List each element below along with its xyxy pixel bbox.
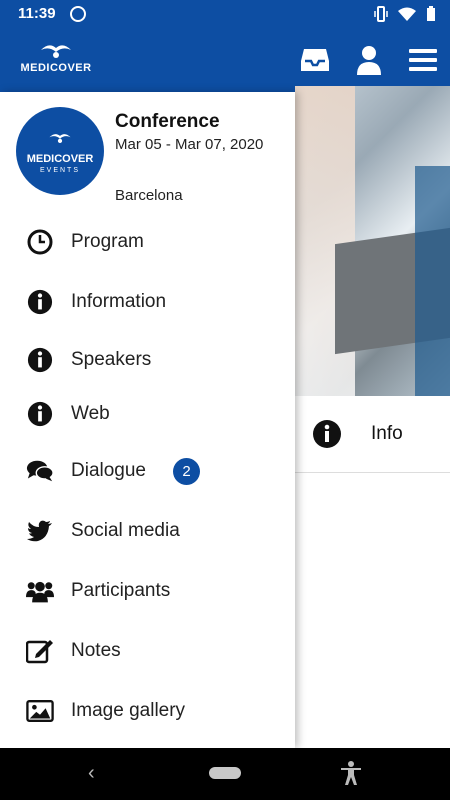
status-bar: 11:39 <box>0 0 450 28</box>
system-navigation-bar: ‹ <box>0 748 450 800</box>
menu-item-label: Dialogue <box>71 460 146 481</box>
info-tile[interactable]: Info <box>295 396 450 473</box>
info-icon <box>313 420 341 448</box>
logo-text: MEDICOVER <box>20 62 92 74</box>
twitter-icon <box>26 517 54 545</box>
users-icon <box>26 577 54 605</box>
menu-item-label: Participants <box>71 580 171 601</box>
back-icon[interactable]: ‹ <box>88 762 95 785</box>
info-icon <box>26 346 54 374</box>
logo-wing-icon <box>41 45 71 58</box>
menu-item-participants[interactable]: Participants <box>0 563 295 619</box>
conference-title: Conference <box>115 111 220 132</box>
menu-item-label: Speakers <box>71 349 152 370</box>
conference-logo: MEDICOVER EVENTS <box>16 107 104 195</box>
menu-item-label: Social media <box>71 520 180 541</box>
menu-item-label: Web <box>71 403 110 424</box>
accessibility-icon[interactable] <box>340 760 362 786</box>
menu-item-web[interactable]: Web <box>0 386 295 442</box>
app-logo: MEDICOVER <box>18 40 94 80</box>
inbox-icon <box>301 49 329 71</box>
conference-header: MEDICOVER EVENTS Conference Mar 05 - Mar… <box>16 107 286 204</box>
menu-item-notes[interactable]: Notes <box>0 623 295 679</box>
menu-item-speakers[interactable]: Speakers <box>0 332 295 388</box>
menu-item-program[interactable]: Program <box>0 214 295 270</box>
menu-item-label: Notes <box>71 640 121 661</box>
menu-item-social-media[interactable]: Social media <box>0 503 295 559</box>
info-icon <box>26 400 54 428</box>
navigation-drawer: MEDICOVER EVENTS Conference Mar 05 - Mar… <box>0 92 295 748</box>
system-icons <box>374 6 436 22</box>
image-icon <box>26 697 54 725</box>
inbox-button[interactable] <box>288 28 342 92</box>
app-bar: MEDICOVER <box>0 28 450 92</box>
menu-icon <box>409 49 437 71</box>
conference-logo-subtext: EVENTS <box>39 167 80 174</box>
menu-item-label: Image gallery <box>71 700 186 721</box>
menu-item-image-gallery[interactable]: Image gallery <box>0 683 295 739</box>
status-time: 11:39 <box>18 5 56 22</box>
dialogue-count-badge: 2 <box>173 457 200 485</box>
info-icon <box>26 288 54 316</box>
vibrate-icon <box>374 6 388 22</box>
user-icon <box>357 46 381 75</box>
conference-dates: Mar 05 - Mar 07, 2020 <box>115 136 264 153</box>
menu-item-information[interactable]: Information <box>0 274 295 330</box>
profile-button[interactable] <box>342 28 396 92</box>
menu-item-label: Information <box>71 291 167 312</box>
menu-item-label: Program <box>71 231 144 252</box>
info-label: Info <box>371 423 403 444</box>
chat-icon <box>26 457 54 485</box>
home-button[interactable] <box>209 767 241 779</box>
edit-icon <box>26 637 54 665</box>
menu-button[interactable] <box>396 28 450 92</box>
logo-wing-icon <box>49 134 71 143</box>
wifi-icon <box>398 7 416 21</box>
hero-image <box>295 86 450 396</box>
menu-item-dialogue[interactable]: Dialogue 2 <box>0 443 295 499</box>
conference-city: Barcelona <box>115 187 183 204</box>
clock-icon <box>26 228 54 256</box>
sync-icon <box>70 6 86 22</box>
battery-icon <box>427 6 435 21</box>
conference-logo-text: MEDICOVER <box>26 153 94 165</box>
